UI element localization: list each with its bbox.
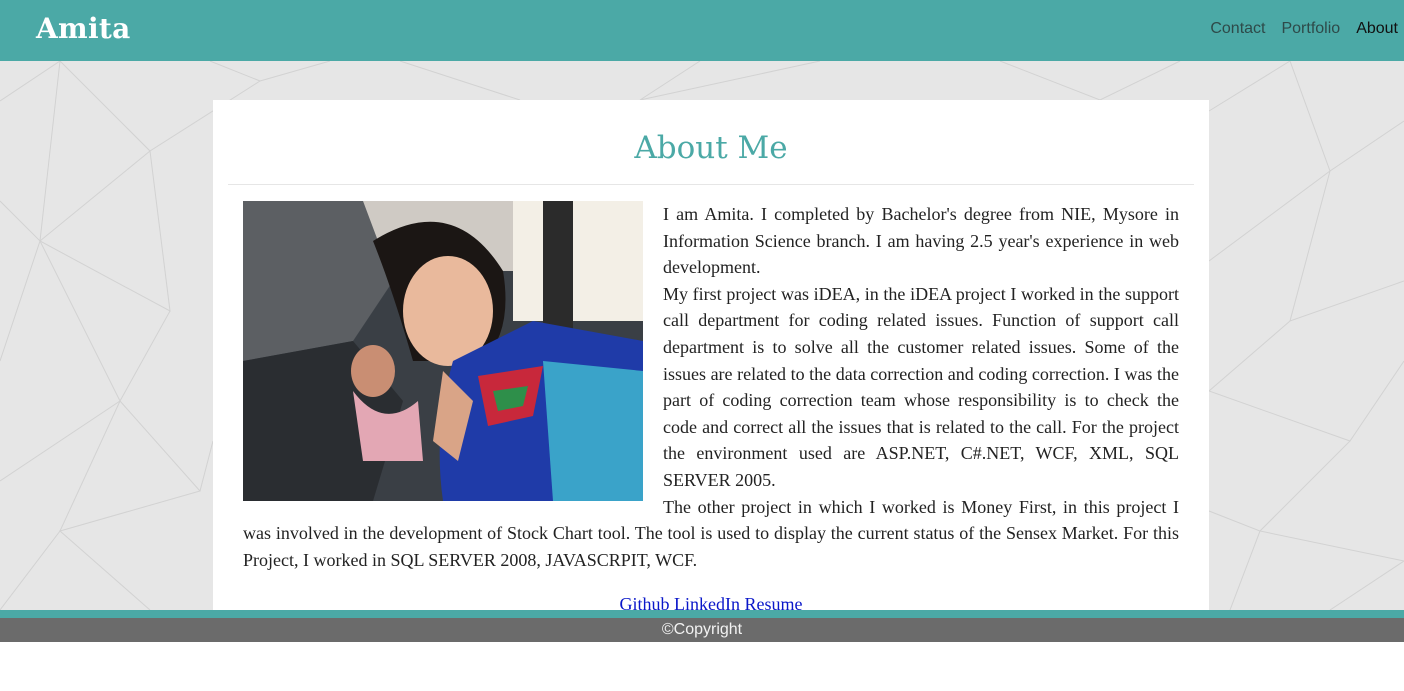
nav-contact-link[interactable]: Contact: [1210, 20, 1265, 38]
social-links: Github LinkedIn Resume: [213, 594, 1209, 610]
page-title: About Me: [634, 130, 788, 166]
nav-about-link[interactable]: About: [1356, 20, 1398, 38]
about-paragraph-3: The other project in which I worked is M…: [243, 496, 1179, 570]
title-divider: [228, 184, 1194, 185]
footer-accent-stripe: [0, 610, 1404, 618]
resume-link[interactable]: Resume: [745, 594, 803, 610]
profile-photo: [243, 201, 643, 501]
footer: ©Copyright: [0, 618, 1404, 642]
linkedin-link[interactable]: LinkedIn: [674, 594, 740, 610]
main-nav: Contact Portfolio About: [1210, 20, 1398, 38]
brand-logo[interactable]: Amita: [36, 12, 131, 45]
top-navbar: Amita Contact Portfolio About: [0, 0, 1404, 61]
about-content: I am Amita. I completed by Bachelor's de…: [243, 201, 1179, 573]
about-card: About Me I am Amita. I completed by Bach…: [213, 100, 1209, 610]
copyright-text: ©Copyright: [661, 621, 743, 638]
nav-portfolio-link[interactable]: Portfolio: [1281, 20, 1340, 38]
github-link[interactable]: Github: [620, 594, 670, 610]
